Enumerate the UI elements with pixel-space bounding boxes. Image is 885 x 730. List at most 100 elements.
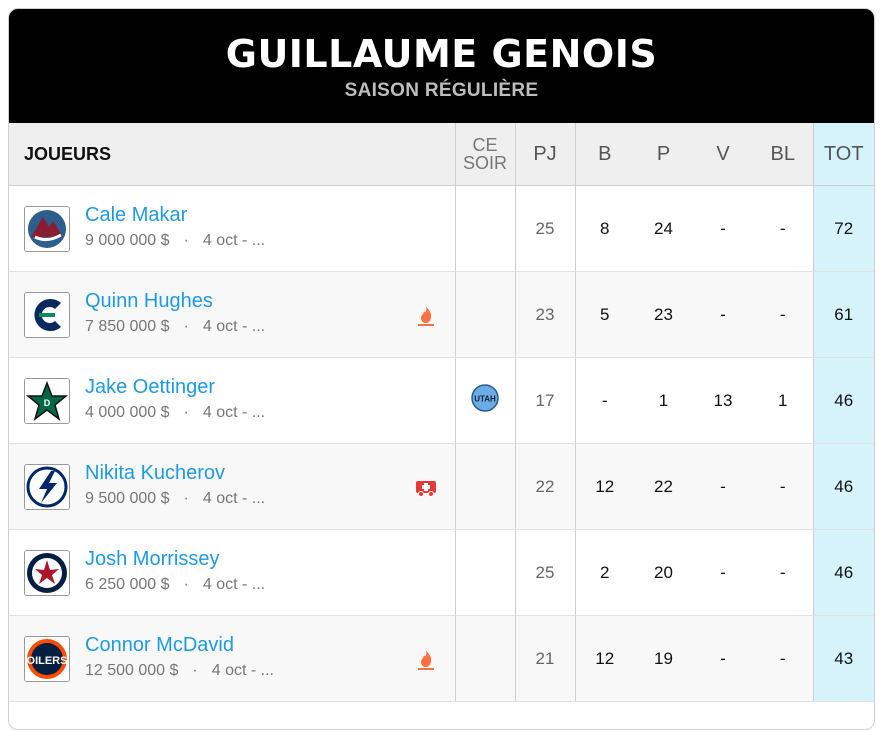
player-row[interactable]: Quinn Hughes 7 850 000 $ · 4 oct - ... 23 … xyxy=(9,271,874,358)
player-date: 4 oct - ... xyxy=(202,232,266,249)
player-cell: Cale Makar 9 000 000 $ · 4 oct - ... xyxy=(9,185,456,272)
stats-table: JOUEURS CE SOIR PJ B P V BL TOT Cale Maka… xyxy=(9,123,874,702)
total-cell: 46 xyxy=(813,443,874,530)
tonight-cell xyxy=(455,185,516,272)
opponent-logo-icon[interactable]: UTAH xyxy=(471,384,499,412)
shutouts-cell: - xyxy=(753,185,814,272)
points-cell: 22 xyxy=(634,443,693,530)
separator-dot: · xyxy=(192,662,198,679)
total-cell: 61 xyxy=(813,271,874,358)
player-meta: 4 000 000 $ · 4 oct - ... xyxy=(85,404,265,422)
player-row[interactable]: Josh Morrissey 6 250 000 $ · 4 oct - ... 2… xyxy=(9,529,874,616)
col-header-gp[interactable]: PJ xyxy=(515,123,576,186)
player-cell: Josh Morrissey 6 250 000 $ · 4 oct - ... xyxy=(9,529,456,616)
lightning-logo-icon xyxy=(24,464,70,510)
player-date: 4 oct - ... xyxy=(202,404,266,421)
col-header-tonight[interactable]: CE SOIR xyxy=(455,123,516,186)
player-meta: 9 500 000 $ · 4 oct - ... xyxy=(85,490,265,508)
gp-cell: 22 xyxy=(515,443,576,530)
player-cell: Nikita Kucherov 9 500 000 $ · 4 oct - ... xyxy=(9,443,456,530)
col-header-players[interactable]: JOUEURS xyxy=(9,123,456,186)
goals-cell: 12 xyxy=(575,443,634,530)
col-header-goals[interactable]: B xyxy=(575,123,634,186)
fire-icon[interactable] xyxy=(415,648,437,670)
player-date: 4 oct - ... xyxy=(202,490,266,507)
player-row[interactable]: Cale Makar 9 000 000 $ · 4 oct - ... 25 8 … xyxy=(9,185,874,272)
player-name-link[interactable]: Cale Makar xyxy=(85,204,187,227)
goals-cell: - xyxy=(575,357,634,444)
col-header-points[interactable]: P xyxy=(634,123,693,186)
player-date: 4 oct - ... xyxy=(211,662,274,679)
player-name-link[interactable]: Josh Morrissey xyxy=(85,548,219,571)
points-cell: 24 xyxy=(634,185,693,272)
canucks-logo-icon xyxy=(24,292,70,338)
player-date: 4 oct - ... xyxy=(202,576,266,593)
col-header-shutouts[interactable]: BL xyxy=(753,123,814,186)
total-cell: 43 xyxy=(813,615,874,702)
gp-cell: 25 xyxy=(515,529,576,616)
total-cell: 72 xyxy=(813,185,874,272)
player-date: 4 oct - ... xyxy=(202,318,266,335)
fire-icon[interactable] xyxy=(415,304,437,326)
total-cell: 46 xyxy=(813,357,874,444)
player-name-link[interactable]: Connor McDavid xyxy=(85,634,234,657)
goals-cell: 5 xyxy=(575,271,634,358)
points-cell: 23 xyxy=(634,271,693,358)
player-meta: 6 250 000 $ · 4 oct - ... xyxy=(85,576,265,594)
gp-cell: 17 xyxy=(515,357,576,444)
goals-cell: 8 xyxy=(575,185,634,272)
ambulance-icon[interactable] xyxy=(415,476,437,498)
jets-logo-icon xyxy=(24,550,70,596)
col-header-total[interactable]: TOT xyxy=(813,123,874,186)
player-cell: D Jake Oettinger 4 000 000 $ · 4 oct - ... xyxy=(9,357,456,444)
player-salary: 6 250 000 $ xyxy=(85,576,170,593)
shutouts-cell: 1 xyxy=(753,357,814,444)
separator-dot: · xyxy=(183,576,189,593)
col-header-wins[interactable]: V xyxy=(693,123,753,186)
goals-cell: 2 xyxy=(575,529,634,616)
player-row[interactable]: Nikita Kucherov 9 500 000 $ · 4 oct - ... … xyxy=(9,443,874,530)
stars-logo-icon: D xyxy=(24,378,70,424)
gp-cell: 23 xyxy=(515,271,576,358)
page-title: GUILLAUME GENOIS xyxy=(225,32,658,76)
shutouts-cell: - xyxy=(753,443,814,530)
player-name-link[interactable]: Nikita Kucherov xyxy=(85,462,225,485)
roster-card: GUILLAUME GENOIS SAISON RÉGULIÈRE JOUEUR… xyxy=(8,8,875,730)
wins-cell: 13 xyxy=(693,357,753,444)
svg-text:D: D xyxy=(44,398,51,408)
player-name-link[interactable]: Quinn Hughes xyxy=(85,290,213,313)
table-header-row: JOUEURS CE SOIR PJ B P V BL TOT xyxy=(9,123,874,186)
opponent-label: UTAH xyxy=(474,395,496,404)
wins-cell: - xyxy=(693,615,753,702)
player-salary: 12 500 000 $ xyxy=(85,662,179,679)
separator-dot: · xyxy=(183,490,189,507)
player-meta: 12 500 000 $ · 4 oct - ... xyxy=(85,662,274,680)
shutouts-cell: - xyxy=(753,615,814,702)
tonight-cell xyxy=(455,271,516,358)
gp-cell: 21 xyxy=(515,615,576,702)
col-header-tonight-line1: CE xyxy=(472,135,498,155)
separator-dot: · xyxy=(183,404,189,421)
shutouts-cell: - xyxy=(753,529,814,616)
shutouts-cell: - xyxy=(753,271,814,358)
player-row[interactable]: D Jake Oettinger 4 000 000 $ · 4 oct - ...… xyxy=(9,357,874,444)
points-cell: 1 xyxy=(634,357,693,444)
separator-dot: · xyxy=(183,318,189,335)
wins-cell: - xyxy=(693,271,753,358)
avalanche-logo-icon xyxy=(24,206,70,252)
roster-header: GUILLAUME GENOIS SAISON RÉGULIÈRE xyxy=(9,9,874,123)
player-cell: OILERS Connor McDavid 12 500 000 $ · 4 oct… xyxy=(9,615,456,702)
tonight-cell xyxy=(455,615,516,702)
col-header-tonight-line2: SOIR xyxy=(462,153,507,173)
player-salary: 7 850 000 $ xyxy=(85,318,170,335)
wins-cell: - xyxy=(693,185,753,272)
goals-cell: 12 xyxy=(575,615,634,702)
oilers-logo-icon: OILERS xyxy=(24,636,70,682)
season-subtitle: SAISON RÉGULIÈRE xyxy=(344,80,539,101)
player-cell: Quinn Hughes 7 850 000 $ · 4 oct - ... xyxy=(9,271,456,358)
player-name-link[interactable]: Jake Oettinger xyxy=(85,376,215,399)
player-meta: 7 850 000 $ · 4 oct - ... xyxy=(85,318,265,336)
tonight-cell: UTAH xyxy=(455,357,516,444)
player-salary: 4 000 000 $ xyxy=(85,404,170,421)
player-row[interactable]: OILERS Connor McDavid 12 500 000 $ · 4 oct… xyxy=(9,615,874,702)
